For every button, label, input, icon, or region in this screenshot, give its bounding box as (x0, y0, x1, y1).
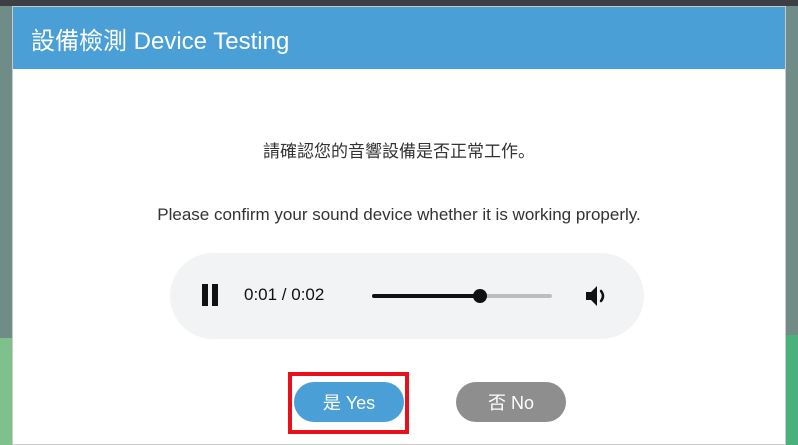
prompt-chinese: 請確認您的音響設備是否正常工作。 (263, 142, 535, 161)
dialog-header: 設備檢測 Device Testing (13, 7, 785, 69)
yes-button[interactable]: 是 Yes (294, 382, 404, 422)
device-testing-dialog: 設備檢測 Device Testing 請確認您的音響設備是否正常工作。 Ple… (12, 6, 786, 445)
volume-icon[interactable] (584, 283, 614, 309)
pause-icon[interactable] (200, 284, 220, 308)
audio-progress-thumb[interactable] (473, 289, 487, 303)
dialog-title: 設備檢測 Device Testing (31, 27, 290, 55)
no-button[interactable]: 否 No (456, 382, 566, 422)
backdrop-right-strip (784, 335, 798, 445)
audio-progress-fill (372, 294, 480, 298)
prompt-english: Please confirm your sound device whether… (157, 205, 641, 224)
audio-progress-slider[interactable] (372, 289, 552, 303)
audio-time: 0:01 / 0:02 (244, 285, 325, 304)
audio-player: 0:01 / 0:02 (170, 253, 644, 339)
